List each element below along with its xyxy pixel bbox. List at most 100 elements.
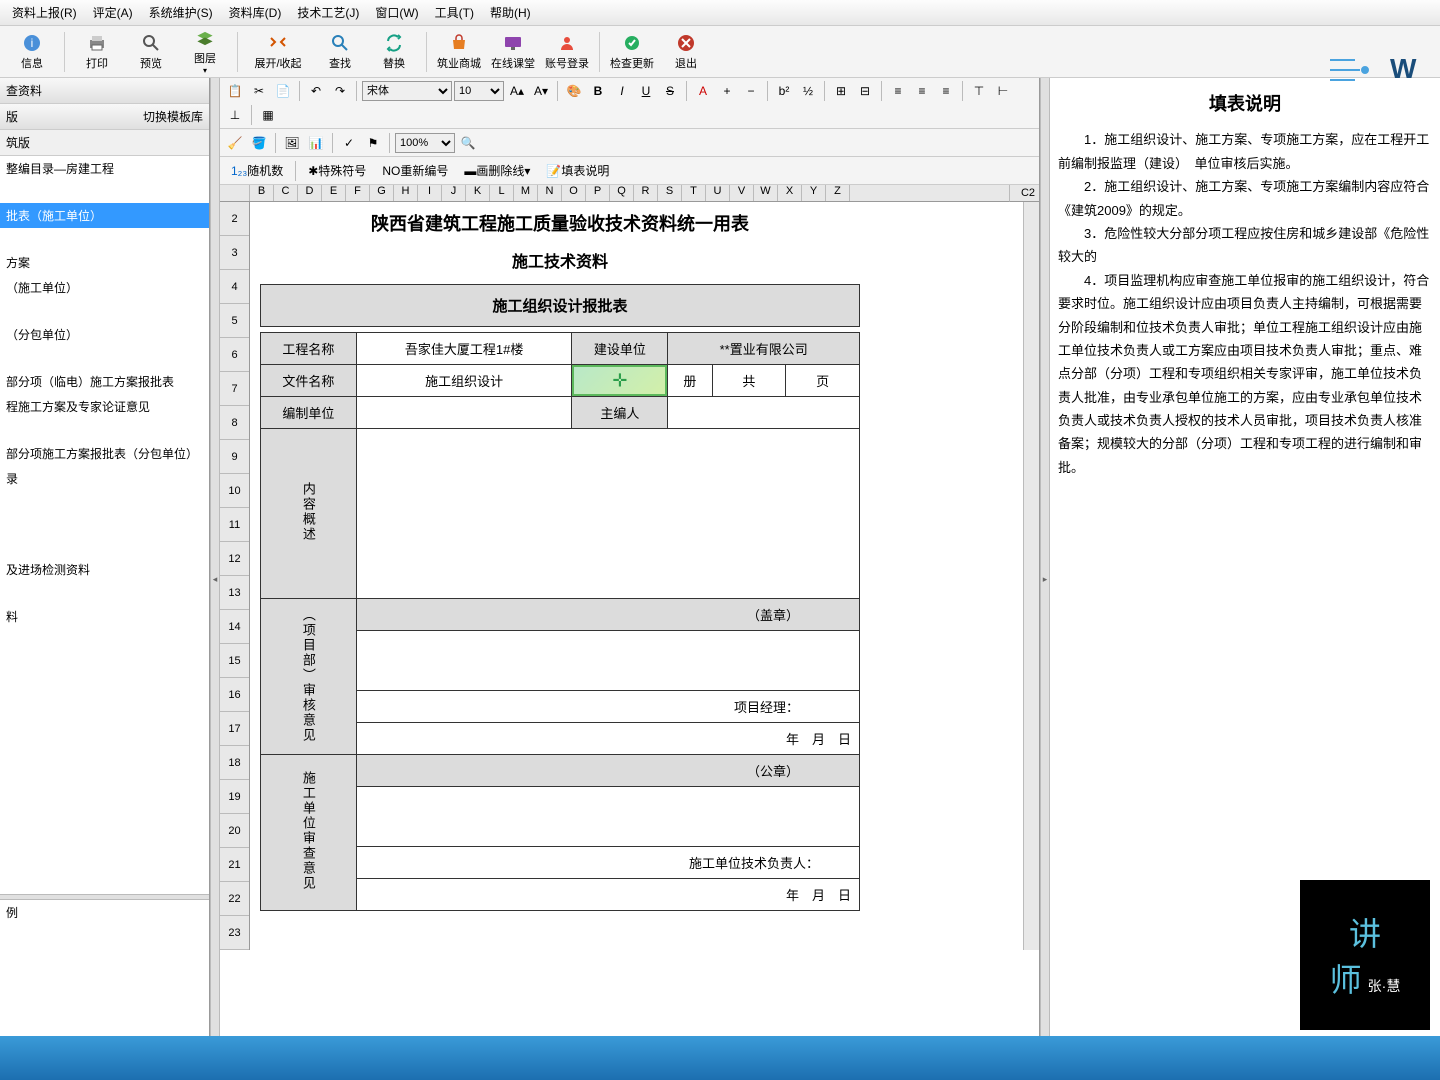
row-header[interactable]: 3 bbox=[220, 236, 249, 270]
menu-item[interactable]: 帮助(H) bbox=[482, 2, 539, 23]
copy-icon[interactable]: 📋 bbox=[224, 80, 246, 102]
col-header[interactable]: D bbox=[298, 185, 322, 201]
col-header[interactable]: S bbox=[658, 185, 682, 201]
cell[interactable] bbox=[668, 397, 860, 429]
bold-icon[interactable]: B bbox=[587, 80, 609, 102]
col-header[interactable]: Q bbox=[610, 185, 634, 201]
tree-node[interactable] bbox=[0, 491, 209, 513]
chart-icon[interactable]: 📊 bbox=[305, 132, 327, 154]
strike-icon[interactable]: S bbox=[659, 80, 681, 102]
spreadsheet[interactable]: BCDEFGHIJKLMNOPQRSTUVWXYZ C2 23456789101… bbox=[220, 185, 1039, 1056]
tree-node[interactable] bbox=[0, 419, 209, 441]
collapse-right[interactable]: ▸ bbox=[1040, 78, 1050, 1080]
color-red-icon[interactable]: A bbox=[692, 80, 714, 102]
login-button[interactable]: 账号登录 bbox=[541, 29, 593, 75]
col-header[interactable]: G bbox=[370, 185, 394, 201]
tree-node[interactable]: 批表（施工单位） bbox=[0, 203, 209, 228]
plus-icon[interactable]: + bbox=[716, 80, 738, 102]
tree-node[interactable] bbox=[0, 582, 209, 604]
tree-node[interactable] bbox=[0, 228, 209, 250]
col-header[interactable]: P bbox=[586, 185, 610, 201]
tree-node[interactable]: （分包单位） bbox=[0, 322, 209, 347]
font-color-icon[interactable]: 🎨 bbox=[563, 80, 585, 102]
cell[interactable] bbox=[356, 631, 859, 691]
replace-button[interactable]: 替换 bbox=[368, 29, 420, 75]
row-header[interactable]: 22 bbox=[220, 882, 249, 916]
row-header[interactable]: 20 bbox=[220, 814, 249, 848]
col-header[interactable]: I bbox=[418, 185, 442, 201]
col-header[interactable]: E bbox=[322, 185, 346, 201]
row-header[interactable]: 10 bbox=[220, 474, 249, 508]
row-header[interactable]: 21 bbox=[220, 848, 249, 882]
date[interactable]: 年 月 日 bbox=[356, 723, 859, 755]
col-header[interactable]: B bbox=[250, 185, 274, 201]
menu-item[interactable]: 工具(T) bbox=[427, 2, 482, 23]
align-right-icon[interactable]: ≡ bbox=[935, 80, 957, 102]
row-header[interactable]: 2 bbox=[220, 202, 249, 236]
col-header[interactable]: Y bbox=[802, 185, 826, 201]
merge-icon[interactable]: ⊞ bbox=[830, 80, 852, 102]
renumber-button[interactable]: NO 重新编号 bbox=[375, 160, 455, 182]
active-cell[interactable] bbox=[572, 365, 668, 397]
undo-icon[interactable]: ↶ bbox=[305, 80, 327, 102]
image-icon[interactable]: 🖼 bbox=[281, 132, 303, 154]
info-button[interactable]: i信息 bbox=[6, 29, 58, 75]
random-button[interactable]: 1₂₃ 随机数 bbox=[224, 160, 290, 182]
col-header[interactable]: F bbox=[346, 185, 370, 201]
preview-button[interactable]: 预览 bbox=[125, 29, 177, 75]
tree-node[interactable]: 料 bbox=[0, 604, 209, 629]
col-header[interactable]: V bbox=[730, 185, 754, 201]
draw-delete-button[interactable]: ▬ 画删除线 ▾ bbox=[457, 160, 537, 182]
tree-node[interactable] bbox=[0, 513, 209, 535]
tree-node[interactable] bbox=[0, 347, 209, 369]
col-header[interactable]: U bbox=[706, 185, 730, 201]
tree-node[interactable]: （施工单位） bbox=[0, 275, 209, 300]
check-icon[interactable]: ✓ bbox=[338, 132, 360, 154]
row-header[interactable]: 14 bbox=[220, 610, 249, 644]
cell[interactable]: 吾家佳大厦工程1#楼 bbox=[356, 333, 572, 365]
font-grow-icon[interactable]: A▴ bbox=[506, 80, 528, 102]
split-icon[interactable]: ⊟ bbox=[854, 80, 876, 102]
cell[interactable]: 施工组织设计 bbox=[356, 365, 572, 397]
taskbar[interactable] bbox=[0, 1036, 1440, 1080]
menu-item[interactable]: 评定(A) bbox=[85, 2, 141, 23]
row-header[interactable]: 13 bbox=[220, 576, 249, 610]
eraser-icon[interactable]: 🧹 bbox=[224, 132, 246, 154]
align-left-icon[interactable]: ≡ bbox=[887, 80, 909, 102]
col-header[interactable]: L bbox=[490, 185, 514, 201]
align-center-icon[interactable]: ≡ bbox=[911, 80, 933, 102]
col-header[interactable]: R bbox=[634, 185, 658, 201]
expand-button[interactable]: 展开/收起 bbox=[244, 29, 312, 75]
tree-node[interactable] bbox=[0, 181, 209, 203]
row-header[interactable]: 18 bbox=[220, 746, 249, 780]
tree-node[interactable]: 部分项（临电）施工方案报批表 bbox=[0, 369, 209, 394]
row-header[interactable]: 7 bbox=[220, 372, 249, 406]
col-header[interactable]: H bbox=[394, 185, 418, 201]
italic-icon[interactable]: I bbox=[611, 80, 633, 102]
redo-icon[interactable]: ↷ bbox=[329, 80, 351, 102]
superscript-icon[interactable]: b² bbox=[773, 80, 795, 102]
date[interactable]: 年 月 日 bbox=[356, 879, 859, 911]
template-switch[interactable]: 版 切换模板库 bbox=[0, 104, 209, 130]
valign-mid-icon[interactable]: ⊢ bbox=[992, 80, 1014, 102]
underline-icon[interactable]: U bbox=[635, 80, 657, 102]
col-header[interactable]: O bbox=[562, 185, 586, 201]
row-header[interactable]: 17 bbox=[220, 712, 249, 746]
cell[interactable] bbox=[356, 429, 859, 599]
cell[interactable] bbox=[356, 787, 859, 847]
valign-top-icon[interactable]: ⊤ bbox=[968, 80, 990, 102]
fill-icon[interactable]: 🪣 bbox=[248, 132, 270, 154]
tree-node[interactable]: 部分项施工方案报批表（分包单位） bbox=[0, 441, 209, 466]
col-header[interactable] bbox=[220, 185, 250, 201]
print-button[interactable]: 打印 bbox=[71, 29, 123, 75]
exit-button[interactable]: 退出 bbox=[660, 29, 712, 75]
cell[interactable]: **置业有限公司 bbox=[668, 333, 860, 365]
row-header[interactable]: 15 bbox=[220, 644, 249, 678]
row-header[interactable]: 19 bbox=[220, 780, 249, 814]
menu-item[interactable]: 窗口(W) bbox=[367, 2, 426, 23]
row-header[interactable]: 5 bbox=[220, 304, 249, 338]
menu-item[interactable]: 资料库(D) bbox=[221, 2, 290, 23]
fraction-icon[interactable]: ½ bbox=[797, 80, 819, 102]
paste-icon[interactable]: 📄 bbox=[272, 80, 294, 102]
font-shrink-icon[interactable]: A▾ bbox=[530, 80, 552, 102]
